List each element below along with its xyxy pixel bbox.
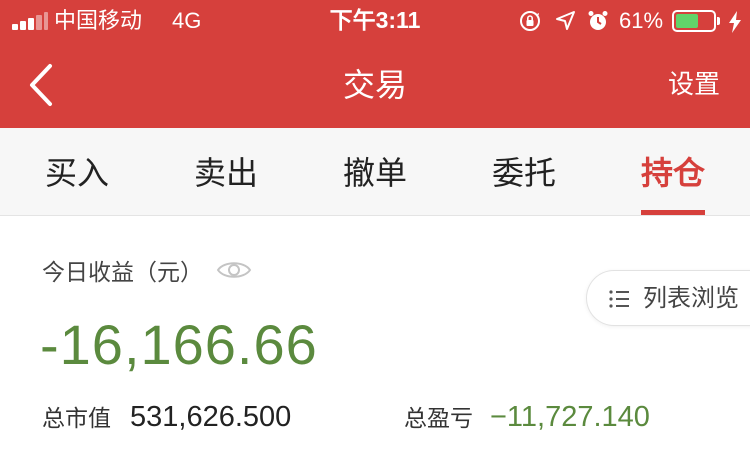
- page-title: 交易: [342, 67, 407, 103]
- tab-buy[interactable]: 买入: [22, 128, 132, 216]
- charging-bolt-icon: [729, 11, 741, 33]
- settings-button[interactable]: 设置: [668, 68, 720, 100]
- status-bar: 中国移动 4G 下午3:11 61%: [0, 0, 750, 40]
- total-pl-label: 总盈亏: [404, 405, 473, 431]
- active-tab-indicator: [641, 210, 705, 215]
- battery-percent: 61%: [619, 8, 664, 33]
- battery-level-fill: [676, 14, 698, 28]
- location-arrow-icon: [556, 11, 575, 30]
- alarm-icon: [588, 11, 608, 30]
- battery-cap: [717, 17, 720, 25]
- today-pl-label: 今日收益（元）: [42, 259, 203, 285]
- today-pl-value: -16,166.66: [40, 313, 318, 376]
- tab-cancel-order[interactable]: 撤单: [320, 128, 430, 216]
- tab-positions[interactable]: 持仓: [618, 128, 728, 216]
- battery-icon: [672, 10, 716, 32]
- market-value: 531,626.500: [130, 401, 292, 433]
- list-view-label: 列表浏览: [643, 285, 739, 312]
- market-value-label: 总市值: [42, 405, 111, 431]
- header: 中国移动 4G 下午3:11 61% 交易 设置: [0, 0, 750, 128]
- tab-sell[interactable]: 卖出: [171, 128, 281, 216]
- tab-orders[interactable]: 委托: [469, 128, 579, 216]
- trade-tabs: 买入 卖出 撤单 委托 持仓: [0, 128, 750, 216]
- eye-icon[interactable]: [216, 258, 252, 282]
- list-view-button[interactable]: 列表浏览: [586, 270, 750, 326]
- list-icon: [609, 290, 629, 308]
- orientation-lock-icon: [520, 11, 540, 31]
- total-pl-value: −11,727.140: [490, 401, 650, 433]
